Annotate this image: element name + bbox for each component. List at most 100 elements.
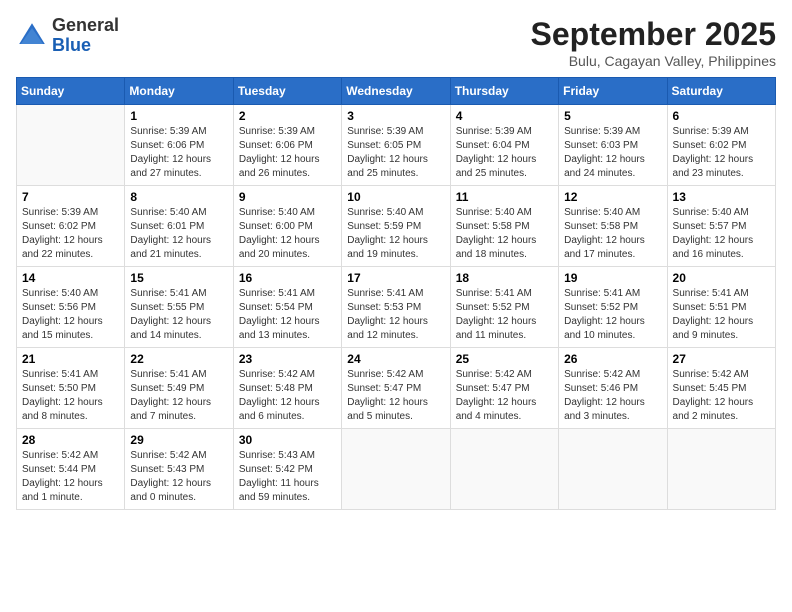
calendar-cell: 26Sunrise: 5:42 AM Sunset: 5:46 PM Dayli… [559,348,667,429]
cell-info: Sunrise: 5:41 AM Sunset: 5:54 PM Dayligh… [239,287,336,343]
cell-info: Sunrise: 5:42 AM Sunset: 5:45 PM Dayligh… [673,368,770,424]
day-number: 13 [673,190,770,204]
cell-info: Sunrise: 5:39 AM Sunset: 6:04 PM Dayligh… [456,125,553,181]
calendar-cell [17,105,125,186]
logo-icon [16,20,48,52]
weekday-header: Monday [125,78,233,105]
title-block: September 2025 Bulu, Cagayan Valley, Phi… [531,16,776,69]
weekday-header: Sunday [17,78,125,105]
day-number: 19 [564,271,661,285]
day-number: 29 [130,433,227,447]
day-number: 16 [239,271,336,285]
cell-info: Sunrise: 5:41 AM Sunset: 5:52 PM Dayligh… [456,287,553,343]
logo-text-blue: Blue [52,36,119,56]
calendar-cell [667,429,775,510]
calendar-week-row: 7 Sunrise: 5:39 AM Sunset: 6:02 PM Daylig… [17,186,776,267]
cell-info: Sunrise: 5:40 AM Sunset: 6:00 PM Dayligh… [239,206,336,262]
calendar-week-row: 28Sunrise: 5:42 AM Sunset: 5:44 PM Dayli… [17,429,776,510]
weekday-header: Friday [559,78,667,105]
cell-info: Sunrise: 5:41 AM Sunset: 5:55 PM Dayligh… [130,287,227,343]
cell-info: Sunrise: 5:39 AM Sunset: 6:05 PM Dayligh… [347,125,444,181]
cell-info: Sunrise: 5:40 AM Sunset: 5:58 PM Dayligh… [564,206,661,262]
month-title: September 2025 [531,16,776,53]
calendar-week-row: 21 Sunrise: 5:41 AM Sunset: 5:50 PM Dayli… [17,348,776,429]
day-number: 20 [673,271,770,285]
day-number: 17 [347,271,444,285]
cell-info: Sunrise: 5:40 AM Sunset: 5:58 PM Dayligh… [456,206,553,262]
day-number: 15 [130,271,227,285]
calendar-cell: 15 Sunrise: 5:41 AM Sunset: 5:55 PM Dayli… [125,267,233,348]
cell-info: Sunrise: 5:42 AM Sunset: 5:47 PM Dayligh… [456,368,553,424]
calendar-cell: 20 Sunrise: 5:41 AM Sunset: 5:51 PM Dayli… [667,267,775,348]
day-number: 30 [239,433,336,447]
day-number: 12 [564,190,661,204]
weekday-header: Thursday [450,78,558,105]
cell-info: Sunrise: 5:39 AM Sunset: 6:06 PM Dayligh… [130,125,227,181]
calendar-body: 1Sunrise: 5:39 AM Sunset: 6:06 PM Daylig… [17,105,776,510]
calendar-cell: 1Sunrise: 5:39 AM Sunset: 6:06 PM Daylig… [125,105,233,186]
calendar-cell: 22 Sunrise: 5:41 AM Sunset: 5:49 PM Dayli… [125,348,233,429]
day-number: 7 [22,190,119,204]
cell-info: Sunrise: 5:43 AM Sunset: 5:42 PM Dayligh… [239,449,336,505]
day-number: 2 [239,109,336,123]
calendar-cell: 24 Sunrise: 5:42 AM Sunset: 5:47 PM Dayli… [342,348,450,429]
location: Bulu, Cagayan Valley, Philippines [531,53,776,69]
day-number: 22 [130,352,227,366]
day-number: 10 [347,190,444,204]
day-number: 3 [347,109,444,123]
calendar-header: SundayMondayTuesdayWednesdayThursdayFrid… [17,78,776,105]
calendar-cell: 8Sunrise: 5:40 AM Sunset: 6:01 PM Daylig… [125,186,233,267]
calendar-table: SundayMondayTuesdayWednesdayThursdayFrid… [16,77,776,510]
cell-info: Sunrise: 5:41 AM Sunset: 5:51 PM Dayligh… [673,287,770,343]
calendar-cell: 14Sunrise: 5:40 AM Sunset: 5:56 PM Dayli… [17,267,125,348]
day-number: 6 [673,109,770,123]
calendar-cell: 11 Sunrise: 5:40 AM Sunset: 5:58 PM Dayli… [450,186,558,267]
calendar-cell: 3 Sunrise: 5:39 AM Sunset: 6:05 PM Daylig… [342,105,450,186]
day-number: 25 [456,352,553,366]
cell-info: Sunrise: 5:39 AM Sunset: 6:02 PM Dayligh… [22,206,119,262]
cell-info: Sunrise: 5:41 AM Sunset: 5:53 PM Dayligh… [347,287,444,343]
calendar-cell: 25 Sunrise: 5:42 AM Sunset: 5:47 PM Dayli… [450,348,558,429]
cell-info: Sunrise: 5:40 AM Sunset: 5:57 PM Dayligh… [673,206,770,262]
day-number: 5 [564,109,661,123]
day-number: 27 [673,352,770,366]
day-number: 9 [239,190,336,204]
day-number: 11 [456,190,553,204]
calendar-cell: 16 Sunrise: 5:41 AM Sunset: 5:54 PM Dayli… [233,267,341,348]
calendar-cell: 27 Sunrise: 5:42 AM Sunset: 5:45 PM Dayli… [667,348,775,429]
calendar-cell: 10Sunrise: 5:40 AM Sunset: 5:59 PM Dayli… [342,186,450,267]
cell-info: Sunrise: 5:42 AM Sunset: 5:48 PM Dayligh… [239,368,336,424]
day-number: 18 [456,271,553,285]
day-number: 4 [456,109,553,123]
day-number: 26 [564,352,661,366]
calendar-cell: 2 Sunrise: 5:39 AM Sunset: 6:06 PM Daylig… [233,105,341,186]
cell-info: Sunrise: 5:42 AM Sunset: 5:47 PM Dayligh… [347,368,444,424]
cell-info: Sunrise: 5:39 AM Sunset: 6:02 PM Dayligh… [673,125,770,181]
cell-info: Sunrise: 5:39 AM Sunset: 6:06 PM Dayligh… [239,125,336,181]
calendar-cell: 5 Sunrise: 5:39 AM Sunset: 6:03 PM Daylig… [559,105,667,186]
calendar-cell: 18 Sunrise: 5:41 AM Sunset: 5:52 PM Dayli… [450,267,558,348]
day-number: 24 [347,352,444,366]
calendar-cell: 21 Sunrise: 5:41 AM Sunset: 5:50 PM Dayli… [17,348,125,429]
day-number: 28 [22,433,119,447]
calendar-cell: 30 Sunrise: 5:43 AM Sunset: 5:42 PM Dayli… [233,429,341,510]
cell-info: Sunrise: 5:39 AM Sunset: 6:03 PM Dayligh… [564,125,661,181]
logo: General Blue [16,16,119,56]
day-number: 23 [239,352,336,366]
day-number: 21 [22,352,119,366]
calendar-cell: 9 Sunrise: 5:40 AM Sunset: 6:00 PM Daylig… [233,186,341,267]
calendar-cell: 19Sunrise: 5:41 AM Sunset: 5:52 PM Dayli… [559,267,667,348]
calendar-cell [450,429,558,510]
calendar-cell: 7 Sunrise: 5:39 AM Sunset: 6:02 PM Daylig… [17,186,125,267]
cell-info: Sunrise: 5:40 AM Sunset: 5:56 PM Dayligh… [22,287,119,343]
calendar-cell [342,429,450,510]
cell-info: Sunrise: 5:41 AM Sunset: 5:49 PM Dayligh… [130,368,227,424]
weekday-header: Saturday [667,78,775,105]
weekday-header: Wednesday [342,78,450,105]
calendar-cell: 28Sunrise: 5:42 AM Sunset: 5:44 PM Dayli… [17,429,125,510]
calendar-cell: 23 Sunrise: 5:42 AM Sunset: 5:48 PM Dayli… [233,348,341,429]
calendar-cell: 29Sunrise: 5:42 AM Sunset: 5:43 PM Dayli… [125,429,233,510]
cell-info: Sunrise: 5:41 AM Sunset: 5:50 PM Dayligh… [22,368,119,424]
calendar-cell: 13 Sunrise: 5:40 AM Sunset: 5:57 PM Dayli… [667,186,775,267]
calendar-week-row: 14Sunrise: 5:40 AM Sunset: 5:56 PM Dayli… [17,267,776,348]
